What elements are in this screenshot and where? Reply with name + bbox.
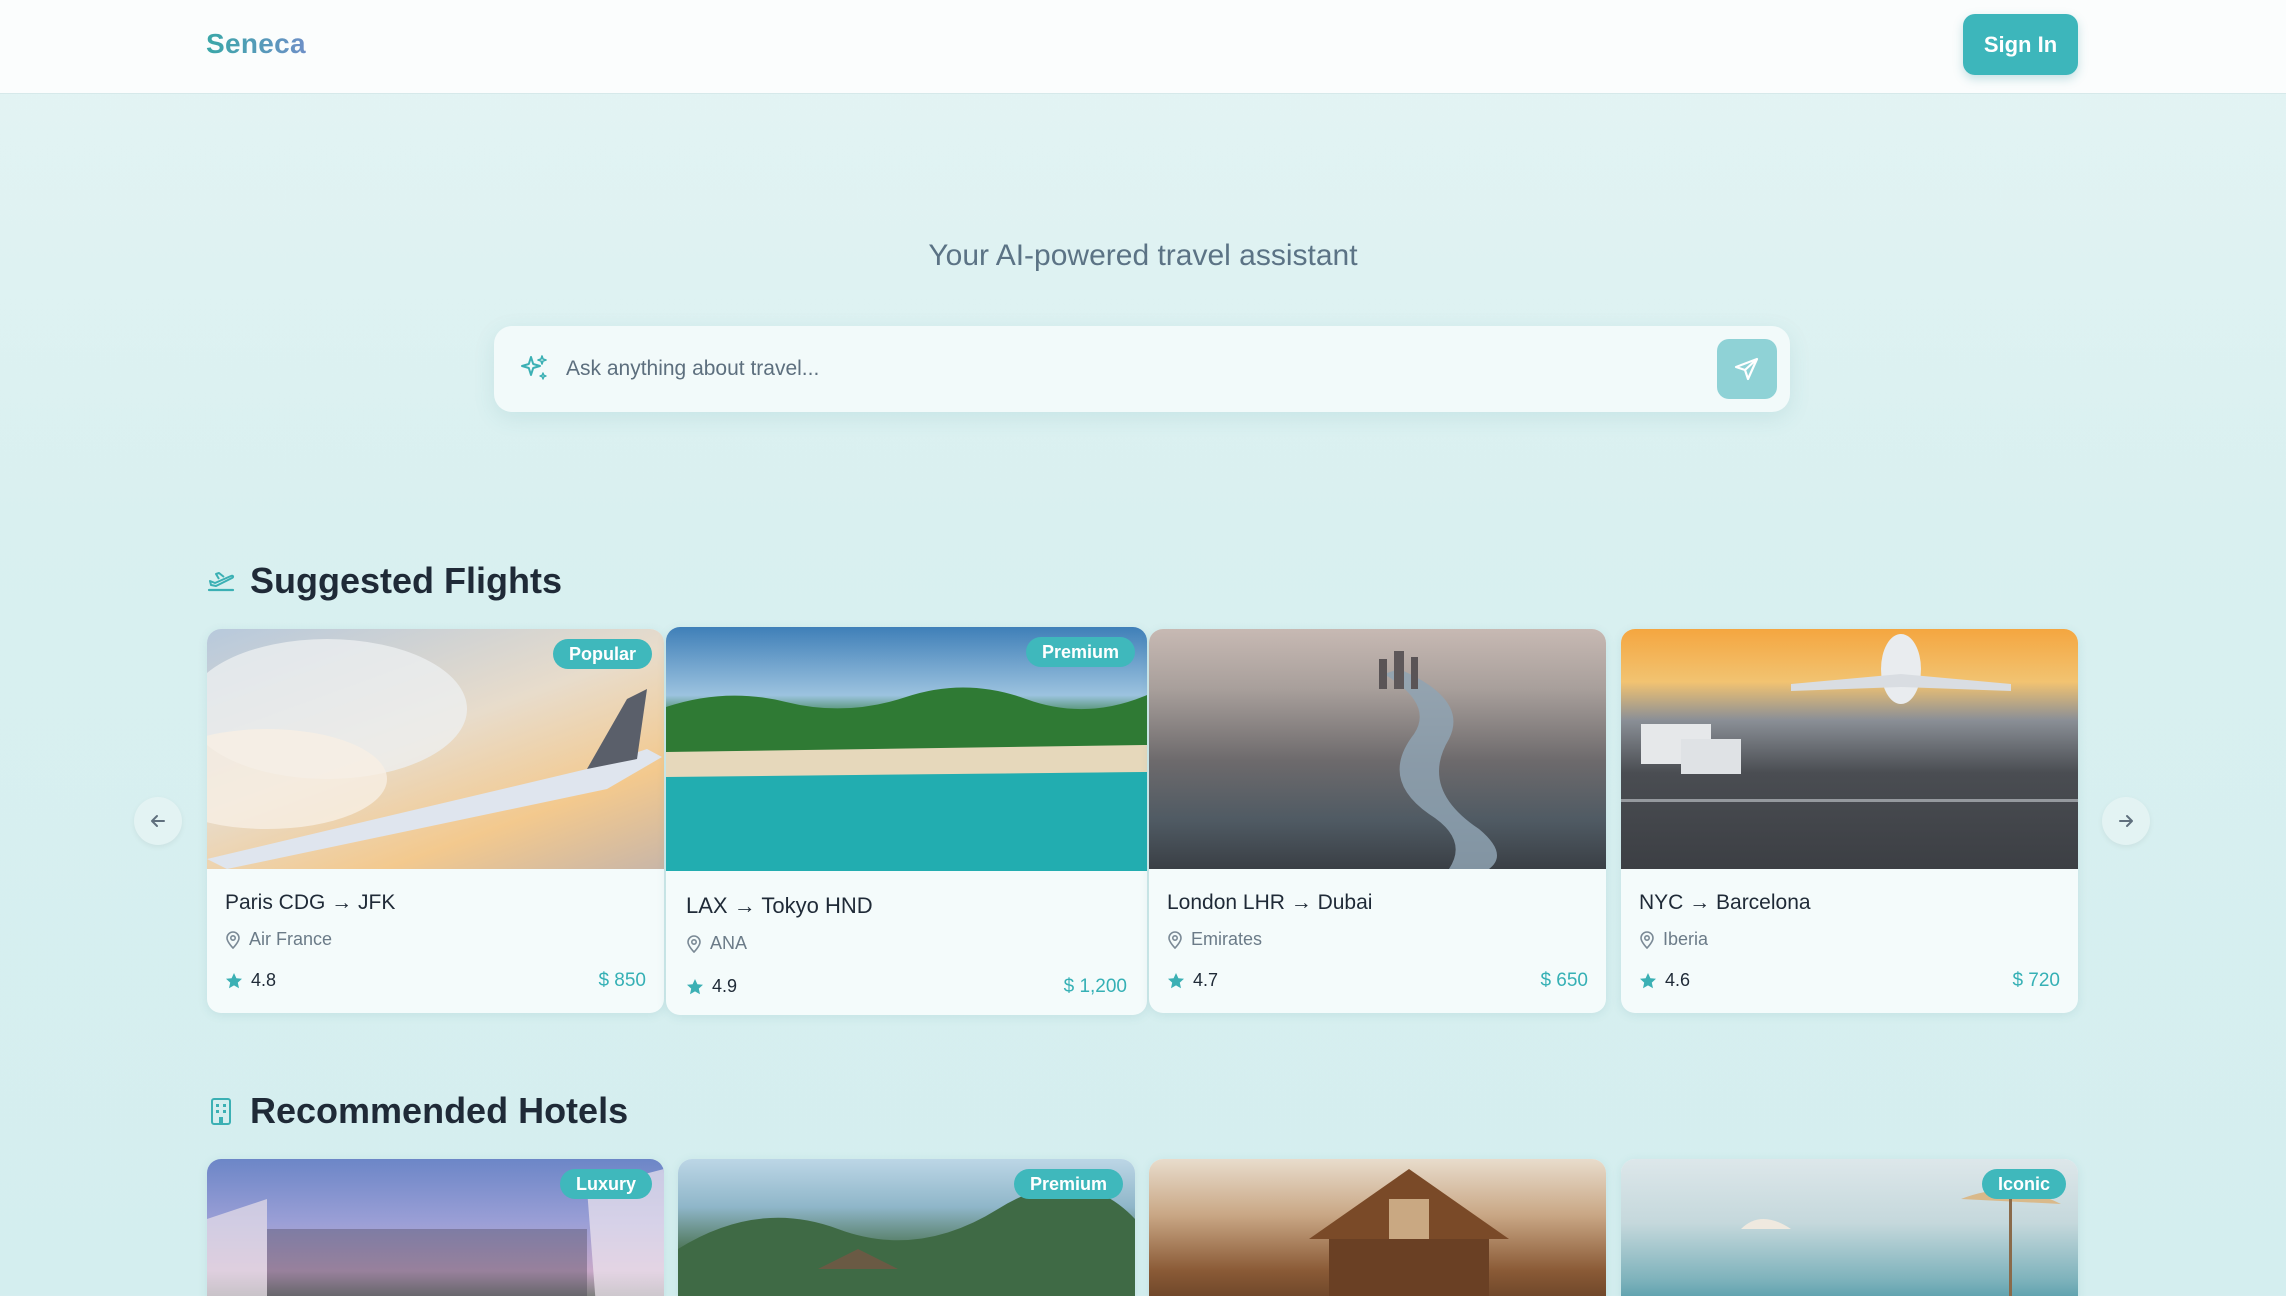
airline-name: ANA	[710, 933, 748, 953]
hotels-section-title: Recommended Hotels	[206, 1089, 628, 1133]
card-badge: Premium	[1013, 1169, 1123, 1199]
flight-price: $ 850	[598, 970, 646, 991]
card-badge: Premium	[1025, 637, 1135, 667]
hotel-card[interactable]: Premium	[678, 1159, 1135, 1296]
lodge-illustration	[1309, 1169, 1509, 1296]
sparkle-icon	[521, 355, 547, 380]
flight-card[interactable]: NYC → Barcelona Iberia 4.6 $ 720	[1621, 629, 2078, 1013]
flight-rating: 4.7	[1167, 970, 1218, 991]
flight-airline: ANA	[686, 933, 747, 954]
hotel-card[interactable]: Luxury	[207, 1159, 664, 1296]
map-pin-icon	[226, 930, 240, 949]
airline-name: Iberia	[1663, 929, 1709, 949]
send-icon	[1734, 357, 1759, 381]
sign-in-button[interactable]: Sign In	[1963, 14, 2078, 75]
search-input[interactable]	[566, 344, 1566, 394]
airline-name: Air France	[249, 929, 333, 949]
flight-airline: Emirates	[1167, 929, 1262, 950]
flight-airline: Iberia	[1639, 929, 1708, 950]
flight-route: LAX → Tokyo HND	[686, 893, 873, 918]
arrow-left-icon	[151, 815, 165, 827]
map-pin-icon	[1640, 930, 1654, 949]
building-icon	[211, 1098, 231, 1125]
flight-route: NYC → Barcelona	[1639, 891, 1811, 914]
flight-rating: 4.6	[1639, 970, 1690, 991]
flight-price: $ 1,200	[1063, 976, 1127, 997]
star-icon	[1640, 972, 1656, 988]
card-badge: Luxury	[559, 1169, 652, 1199]
flight-image	[1149, 629, 1606, 869]
flights-section-title: Suggested Flights	[206, 559, 562, 603]
city-river-illustration	[1379, 651, 1497, 869]
hotel-image	[1149, 1159, 1606, 1296]
hotel-card[interactable]: Iconic	[1621, 1159, 2078, 1296]
rating-value: 4.8	[251, 970, 277, 990]
flights-title: Suggested Flights	[250, 560, 563, 601]
flight-card[interactable]: London LHR → Dubai Emirates 4.7 $ 650	[1149, 629, 1606, 1013]
carousel-prev-button[interactable]	[134, 797, 182, 845]
flight-price: $ 650	[1540, 970, 1588, 991]
arrow-right-icon	[2119, 815, 2133, 827]
top-header: Seneca Sign In	[0, 0, 2286, 94]
carousel-next-button[interactable]	[2102, 797, 2150, 845]
flight-card[interactable]: Premium LAX → Tokyo HND ANA 4.9 $ 1,200	[666, 627, 1147, 1015]
flight-rating: 4.8	[225, 970, 276, 991]
flight-airline: Air France	[225, 929, 332, 950]
hotels-title: Recommended Hotels	[250, 1090, 629, 1131]
rating-value: 4.6	[1665, 970, 1691, 990]
map-pin-icon	[687, 934, 701, 953]
flight-price: $ 720	[2012, 970, 2060, 991]
card-badge: Iconic	[1981, 1169, 2066, 1199]
logo[interactable]: Seneca	[206, 28, 306, 60]
map-pin-icon	[1168, 930, 1182, 949]
flight-rating: 4.9	[686, 976, 737, 997]
star-icon	[226, 972, 242, 988]
plane-takeoff-icon	[207, 572, 235, 592]
card-badge: Popular	[552, 639, 652, 669]
send-button[interactable]	[1717, 339, 1777, 399]
hotel-card[interactable]	[1149, 1159, 1606, 1296]
hero-tagline: Your AI-powered travel assistant	[928, 239, 1358, 272]
flight-image	[1621, 629, 2078, 869]
star-icon	[1168, 972, 1184, 988]
star-icon	[687, 978, 703, 994]
flight-route: Paris CDG → JFK	[225, 891, 396, 914]
flight-card[interactable]: Popular Paris CDG → JFK Air France 4.8 $…	[207, 629, 664, 1013]
rating-value: 4.9	[712, 976, 738, 996]
airline-name: Emirates	[1191, 929, 1263, 949]
rating-value: 4.7	[1193, 970, 1219, 990]
airport-illustration	[1621, 634, 2078, 802]
search-bar	[494, 326, 1790, 412]
flight-route: London LHR → Dubai	[1167, 891, 1373, 914]
